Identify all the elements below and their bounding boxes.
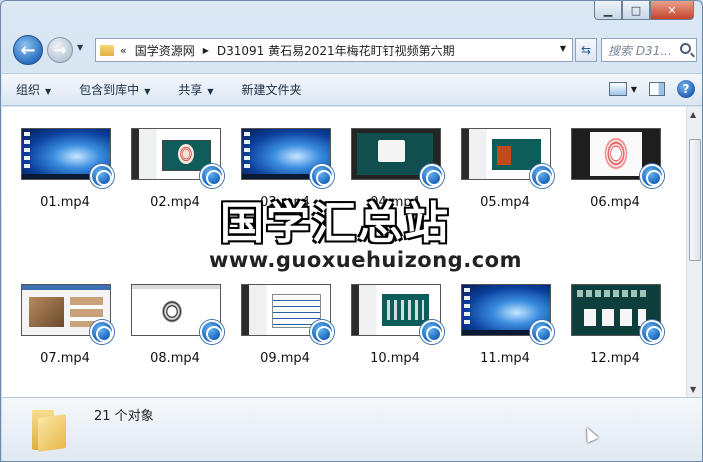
file-name: 10.mp4 [370,351,420,366]
organize-menu[interactable]: 组织 ▼ [2,81,65,98]
watermark-title: 国学汇总站 [220,198,450,249]
navigation-bar: ← → ▼ « 国学资源网 ▶ D31091 黄石易2021年梅花盯钉视频第六期… [9,33,697,67]
details-pane: 21 个对象 [2,397,702,461]
file-item[interactable]: 07.mp4 [14,276,116,376]
media-player-icon [90,164,114,188]
address-dropdown-icon[interactable]: ▼ [560,44,566,53]
file-item[interactable]: 06.mp4 [564,120,666,220]
item-count: 21 个对象 [94,409,154,424]
forward-button[interactable]: → [47,37,73,63]
media-player-icon [640,164,664,188]
refresh-button[interactable]: ⇆ [575,38,597,62]
media-player-icon [420,164,444,188]
search-input[interactable]: 搜索 D31... [608,42,674,59]
media-player-icon [200,164,224,188]
breadcrumb-parent[interactable]: 国学资源网 [135,42,195,59]
include-in-library-menu[interactable]: 包含到库中 ▼ [65,81,164,98]
new-folder-button[interactable]: 新建文件夹 [228,81,316,98]
file-name: 09.mp4 [260,351,310,366]
maximize-button[interactable]: □ [622,1,650,20]
media-player-icon [90,320,114,344]
watermark-url: www.guoxuehuizong.com [209,248,522,272]
view-controls: ▼ ? [608,80,695,98]
view-dropdown-icon[interactable]: ▼ [631,85,637,94]
breadcrumb-overflow[interactable]: « [120,44,127,57]
file-name: 11.mp4 [480,351,530,366]
folder-icon [100,44,114,56]
file-item[interactable]: 08.mp4 [124,276,226,376]
search-icon[interactable] [680,43,691,54]
media-player-icon [420,320,444,344]
file-item[interactable]: 02.mp4 [124,120,226,220]
file-name: 05.mp4 [480,195,530,210]
media-player-icon [310,164,334,188]
explorer-window: ▁ □ ✕ ← → ▼ « 国学资源网 ▶ D31091 黄石易2021年梅花盯… [0,0,703,462]
recent-pages-dropdown[interactable]: ▼ [77,43,83,52]
breadcrumb-separator-icon[interactable]: ▶ [203,46,209,55]
close-button[interactable]: ✕ [650,1,694,20]
file-name: 07.mp4 [40,351,90,366]
file-item[interactable]: 10.mp4 [344,276,446,376]
share-menu[interactable]: 共享 ▼ [164,81,227,98]
file-name: 12.mp4 [590,351,640,366]
scroll-down-icon[interactable]: ▼ [690,385,696,394]
breadcrumb-current[interactable]: D31091 黄石易2021年梅花盯钉视频第六期 [217,42,455,59]
file-item[interactable]: 11.mp4 [454,276,556,376]
file-item[interactable]: 12.mp4 [564,276,666,376]
file-name: 01.mp4 [40,195,90,210]
caption-buttons: ▁ □ ✕ [594,1,694,20]
scroll-thumb[interactable] [689,139,701,261]
file-name: 08.mp4 [150,351,200,366]
vertical-scrollbar[interactable]: ▲ ▼ [686,107,702,397]
command-bar: 组织 ▼ 包含到库中 ▼ 共享 ▼ 新建文件夹 ▼ ? [2,73,702,106]
file-name: 02.mp4 [150,195,200,210]
media-player-icon [640,320,664,344]
media-player-icon [310,320,334,344]
search-box[interactable]: 搜索 D31... [601,38,697,62]
address-bar[interactable]: « 国学资源网 ▶ D31091 黄石易2021年梅花盯钉视频第六期 ▼ [95,38,573,62]
folder-large-icon [30,406,70,452]
file-name: 06.mp4 [590,195,640,210]
back-button[interactable]: ← [13,35,43,65]
help-icon[interactable]: ? [677,80,695,98]
media-player-icon [530,164,554,188]
media-player-icon [530,320,554,344]
scroll-up-icon[interactable]: ▲ [690,110,696,119]
file-item[interactable]: 01.mp4 [14,120,116,220]
minimize-button[interactable]: ▁ [594,1,622,20]
file-item[interactable]: 09.mp4 [234,276,336,376]
media-player-icon [200,320,224,344]
change-view-icon[interactable] [608,82,627,96]
preview-pane-icon[interactable] [649,82,665,96]
file-item[interactable]: 05.mp4 [454,120,556,220]
